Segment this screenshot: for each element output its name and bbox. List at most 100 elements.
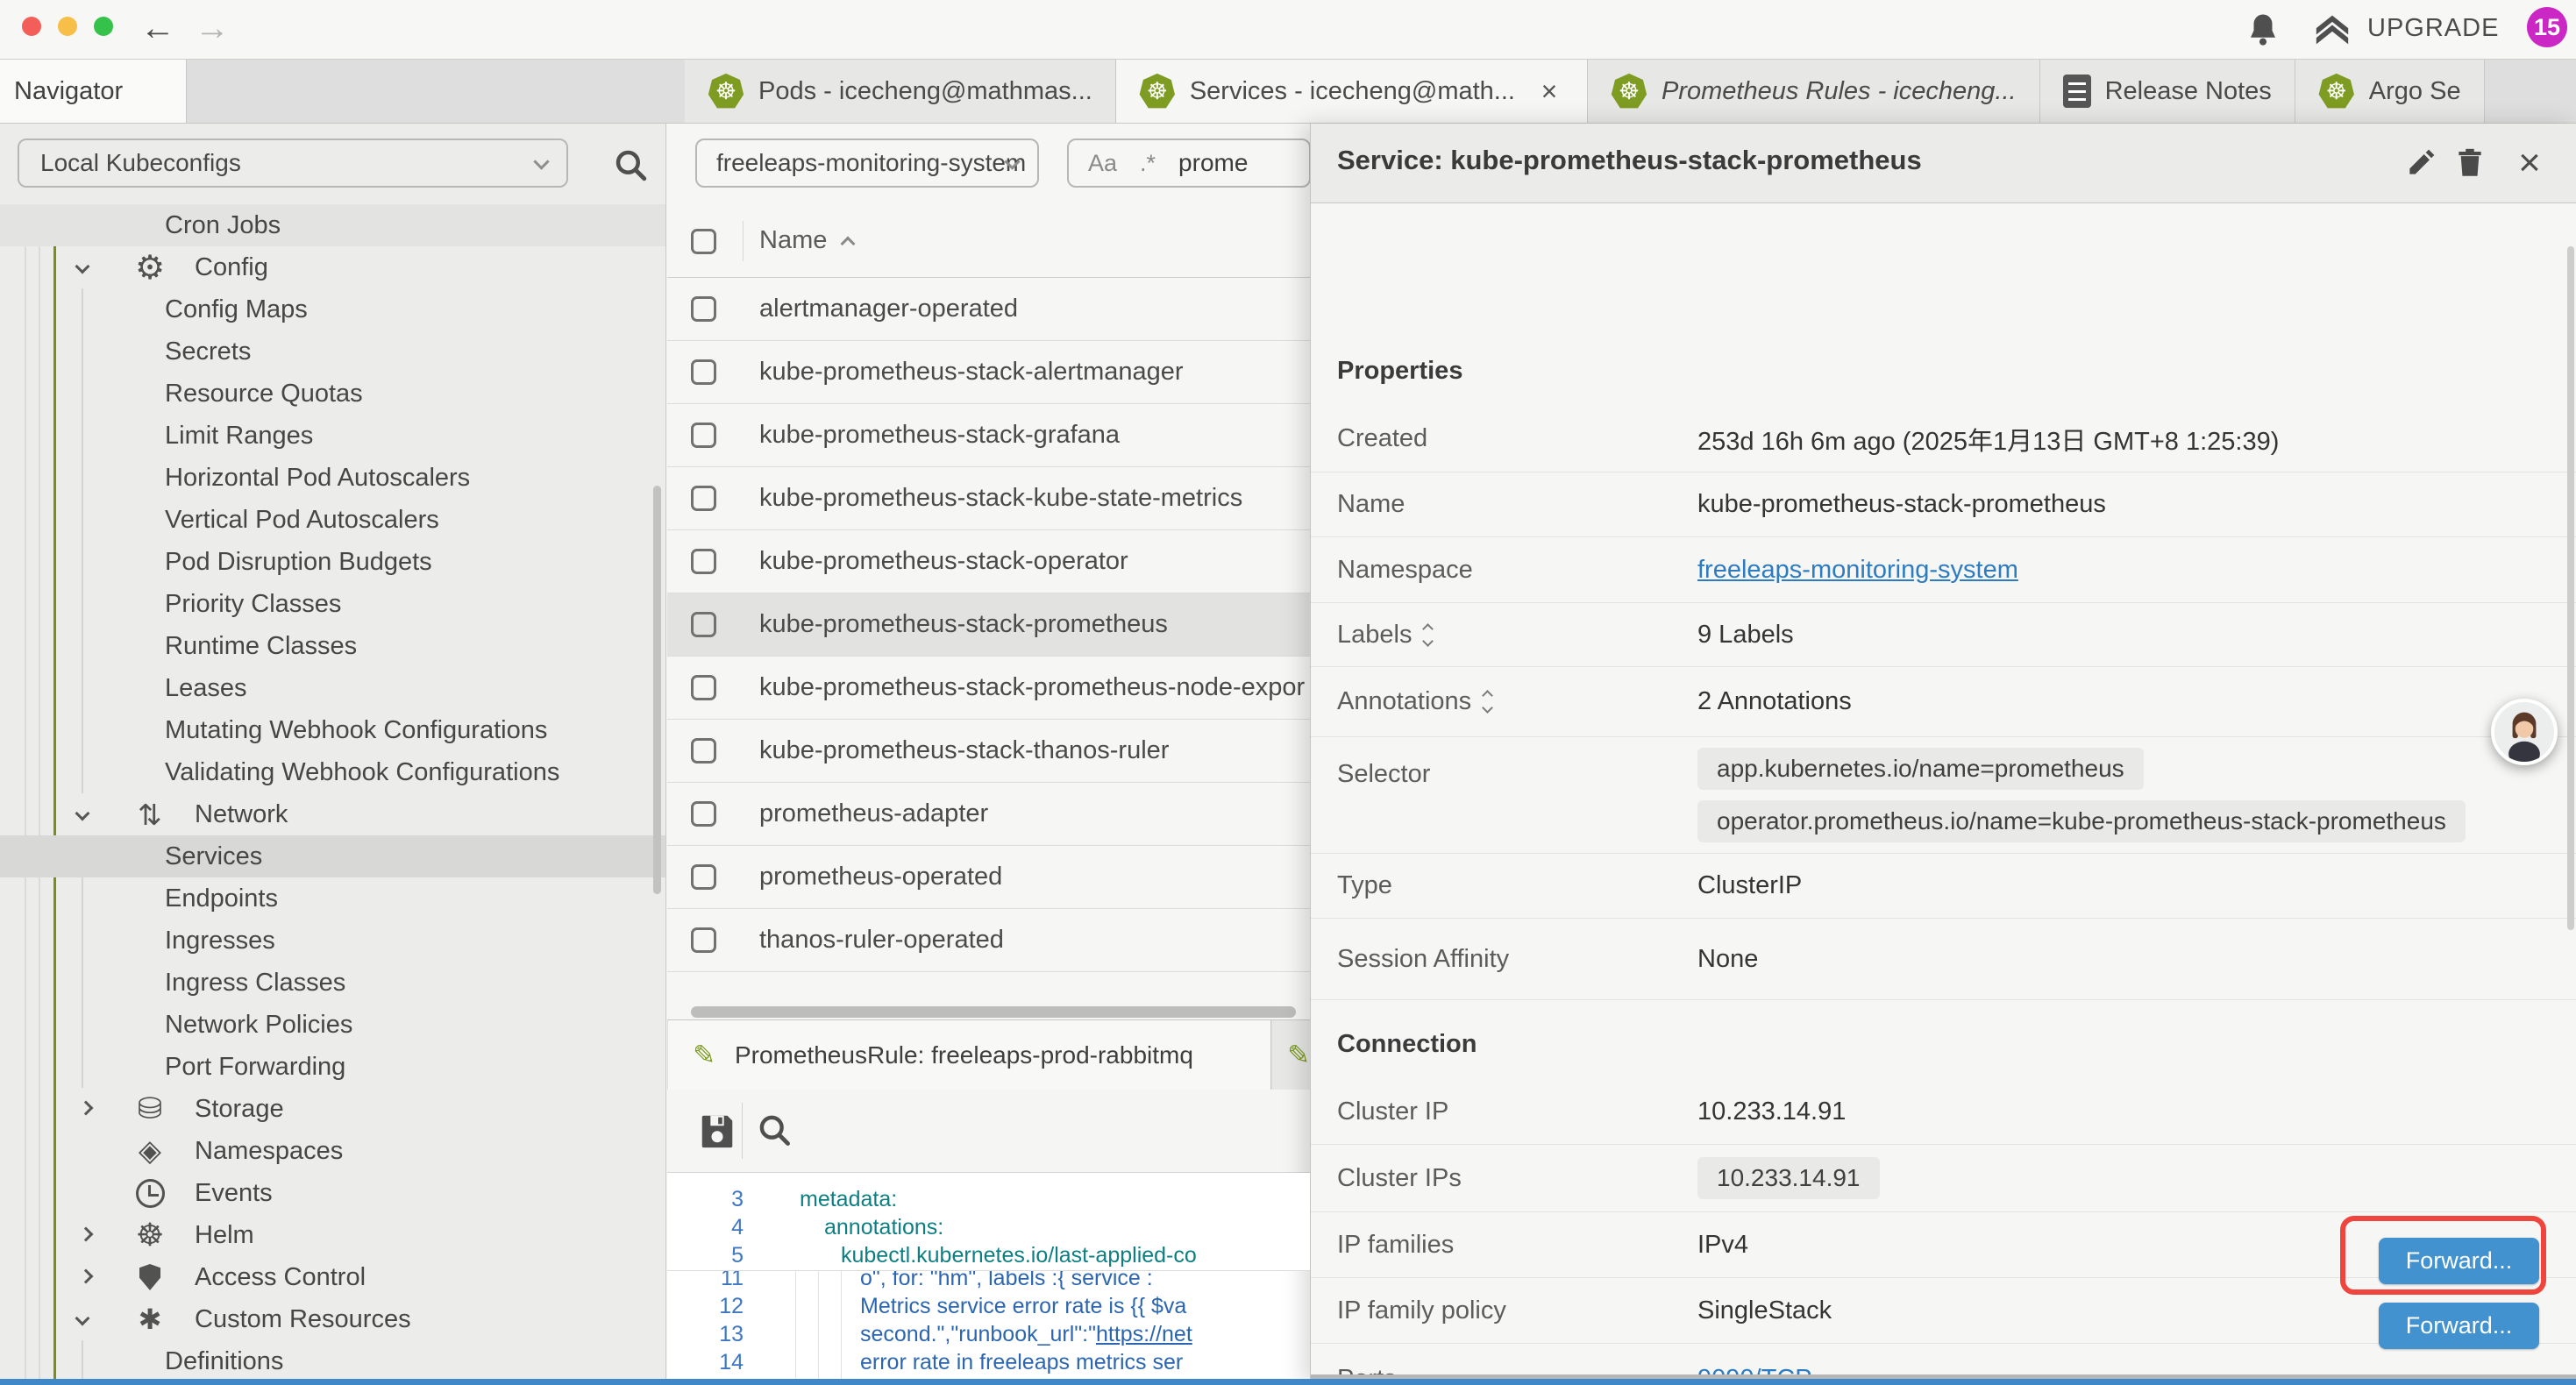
forward-button-8080[interactable]: Forward... xyxy=(2379,1303,2539,1349)
sidebar-item[interactable]: Endpoints xyxy=(0,877,665,920)
row-checkbox[interactable] xyxy=(691,296,716,322)
sidebar-item[interactable]: Helm xyxy=(0,1214,665,1256)
ip-families-value: IPv4 xyxy=(1697,1231,1748,1260)
sidebar-item[interactable]: Runtime Classes xyxy=(0,625,665,667)
sidebar-item[interactable]: Network Policies xyxy=(0,1004,665,1046)
tab-close-icon[interactable] xyxy=(1534,76,1564,106)
sidebar-item[interactable]: Vertical Pod Autoscalers xyxy=(0,499,665,541)
back-arrow-icon[interactable]: ← xyxy=(140,9,175,47)
maximize-traffic-light[interactable] xyxy=(94,17,113,36)
name-row: Name kube-prometheus-stack-prometheus xyxy=(1311,472,2576,537)
sidebar-item[interactable]: Storage xyxy=(0,1088,665,1130)
sidebar-item[interactable]: Services xyxy=(0,835,665,877)
table-row[interactable]: thanos-ruler-operated xyxy=(667,909,1310,972)
sidebar-item[interactable]: Resource Quotas xyxy=(0,373,665,415)
navigator-search-icon[interactable] xyxy=(612,146,649,190)
drawer-scrollbar[interactable] xyxy=(2567,246,2574,930)
row-checkbox[interactable] xyxy=(691,612,716,637)
table-row[interactable]: prometheus-adapter xyxy=(667,783,1310,846)
row-checkbox[interactable] xyxy=(691,801,716,827)
red-highlight-annotation xyxy=(2340,1216,2546,1295)
drawer-close-icon[interactable]: × xyxy=(2510,144,2549,182)
user-avatar[interactable] xyxy=(2491,699,2558,765)
sidebar-item[interactable]: Mutating Webhook Configurations xyxy=(0,709,665,751)
table-row[interactable]: kube-prometheus-stack-thanos-ruler xyxy=(667,720,1310,783)
namespace-selector[interactable]: freeleaps-monitoring-system xyxy=(695,138,1039,188)
sidebar-item[interactable]: Ingresses xyxy=(0,920,665,962)
yaml-editor[interactable]: 11 o", for: "hm", labels :{ service : 12… xyxy=(667,1173,1310,1379)
match-case-toggle[interactable]: Aa xyxy=(1088,150,1117,177)
row-checkbox[interactable] xyxy=(691,549,716,574)
sidebar-item[interactable]: Namespaces xyxy=(0,1130,665,1172)
name-column-header[interactable]: Name xyxy=(759,226,827,255)
sidebar-item[interactable]: Config Maps xyxy=(0,288,665,330)
namespace-selector-value: freeleaps-monitoring-system xyxy=(716,149,1026,177)
minimize-traffic-light[interactable] xyxy=(58,17,77,36)
sidebar-scrollbar[interactable] xyxy=(653,486,661,894)
table-row[interactable]: kube-prometheus-stack-operator xyxy=(667,530,1310,593)
notifications-bell-icon[interactable] xyxy=(2245,11,2281,55)
row-label: Namespace xyxy=(1337,556,1473,585)
sidebar-item[interactable]: Validating Webhook Configurations xyxy=(0,751,665,793)
sidebar-item[interactable]: Port Forwarding xyxy=(0,1046,665,1088)
table-row[interactable]: kube-prometheus-stack-alertmanager xyxy=(667,341,1310,404)
app-tab[interactable]: Release Notes xyxy=(2040,60,2295,123)
sidebar-item[interactable]: Secrets xyxy=(0,330,665,373)
sort-ascending-icon[interactable] xyxy=(841,237,856,252)
sidebar-item[interactable]: Network xyxy=(0,793,665,835)
row-checkbox[interactable] xyxy=(691,864,716,890)
sidebar-item[interactable]: Config xyxy=(0,246,665,288)
table-row[interactable]: kube-prometheus-stack-prometheus xyxy=(667,593,1310,657)
sidebar-item[interactable]: Limit Ranges xyxy=(0,415,665,457)
filter-input[interactable]: Aa .* prome xyxy=(1067,138,1311,188)
app-tab[interactable]: Argo Se xyxy=(2295,60,2485,123)
app-tab[interactable]: Prometheus Rules - icecheng... xyxy=(1588,60,2040,123)
notification-count-badge[interactable]: 15 xyxy=(2527,7,2567,47)
table-row[interactable]: alertmanager-operated xyxy=(667,278,1310,341)
regex-toggle[interactable]: .* xyxy=(1140,150,1156,177)
app-window: ← → UPGRADE 15 Navigator Pods - icecheng… xyxy=(0,0,2576,1385)
horizontal-scrollbar[interactable] xyxy=(691,1006,1296,1018)
editor-tab-active[interactable]: PrometheusRule: freeleaps-prod-rabbitmq xyxy=(668,1020,1271,1090)
row-checkbox[interactable] xyxy=(691,486,716,511)
table-row[interactable]: prometheus-operated xyxy=(667,846,1310,909)
sidebar-item[interactable]: Definitions xyxy=(0,1340,665,1379)
edit-pencil-icon[interactable] xyxy=(2402,144,2440,182)
upgrade-icon[interactable] xyxy=(2313,12,2352,54)
save-icon[interactable] xyxy=(697,1111,737,1158)
sidebar-item[interactable]: Horizontal Pod Autoscalers xyxy=(0,457,665,499)
sidebar-item[interactable]: Pod Disruption Budgets xyxy=(0,541,665,583)
select-all-checkbox[interactable] xyxy=(691,229,716,254)
table-row[interactable]: kube-prometheus-stack-grafana xyxy=(667,404,1310,467)
expander-icon[interactable] xyxy=(1484,692,1491,712)
sidebar-item[interactable]: Priority Classes xyxy=(0,583,665,625)
table-row[interactable]: kube-prometheus-stack-kube-state-metrics xyxy=(667,467,1310,530)
properties-section-heading: Properties xyxy=(1337,344,1462,397)
row-checkbox[interactable] xyxy=(691,675,716,700)
sidebar-item[interactable]: Access Control xyxy=(0,1256,665,1298)
delete-trash-icon[interactable] xyxy=(2451,144,2489,182)
namespace-link[interactable]: freeleaps-monitoring-system xyxy=(1697,556,2018,584)
row-checkbox[interactable] xyxy=(691,738,716,764)
row-checkbox[interactable] xyxy=(691,423,716,448)
sidebar-item[interactable]: Events xyxy=(0,1172,665,1214)
row-checkbox[interactable] xyxy=(691,359,716,385)
editor-tab-partial[interactable] xyxy=(1272,1020,1310,1090)
sidebar-item[interactable]: Ingress Classes xyxy=(0,962,665,1004)
upgrade-button[interactable]: UPGRADE xyxy=(2367,14,2499,43)
kubeconfig-selector[interactable]: Local Kubeconfigs xyxy=(18,138,568,188)
table-row[interactable]: kube-prometheus-stack-prometheus-node-ex… xyxy=(667,657,1310,720)
row-checkbox[interactable] xyxy=(691,927,716,953)
sidebar-item[interactable]: Leases xyxy=(0,667,665,709)
close-traffic-light[interactable] xyxy=(22,17,41,36)
sidebar-item[interactable]: Custom Resources xyxy=(0,1298,665,1340)
sidebar-item[interactable]: Cron Jobs xyxy=(0,204,665,246)
row-label: Cluster IP xyxy=(1337,1097,1448,1126)
code-line: 5 kubectl.kubernetes.io/last-applied-co xyxy=(667,1241,1310,1269)
editor-search-icon[interactable] xyxy=(755,1111,793,1156)
forward-arrow-icon[interactable]: → xyxy=(195,9,230,47)
app-tab[interactable]: Services - icecheng@math... xyxy=(1116,60,1588,123)
column-divider xyxy=(743,221,744,261)
app-tab[interactable]: Pods - icecheng@mathmas... xyxy=(685,60,1116,123)
expander-icon[interactable] xyxy=(1424,625,1432,645)
